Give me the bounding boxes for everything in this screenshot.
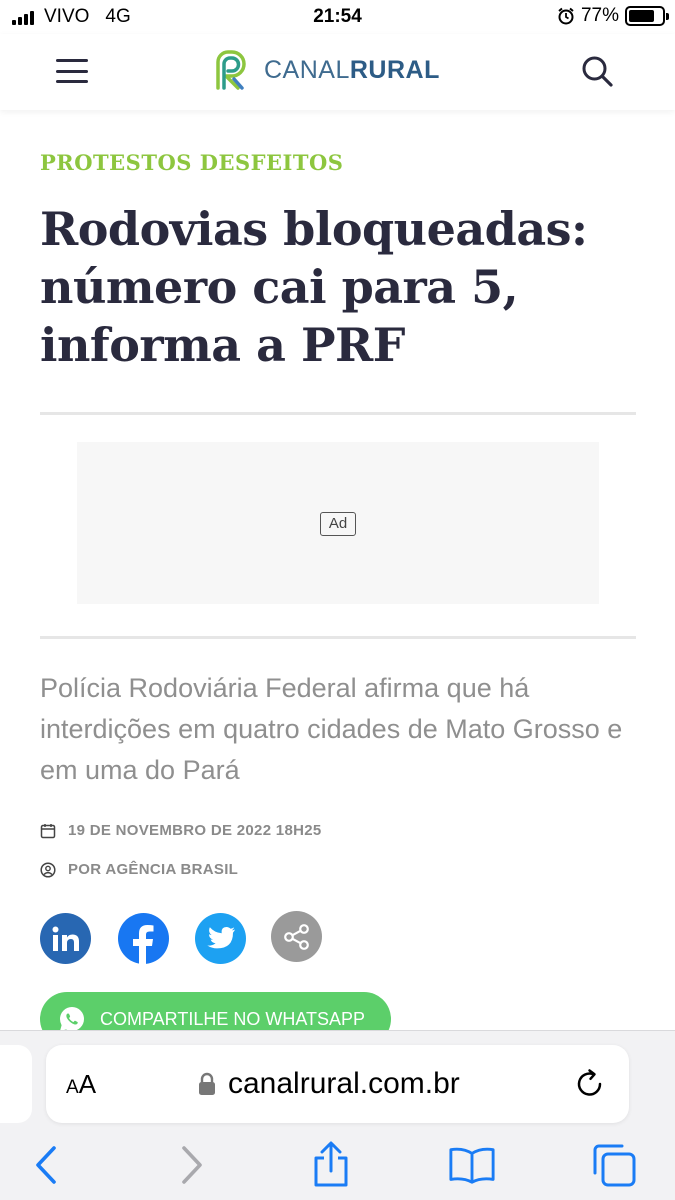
logo-text-canal: CANAL	[264, 55, 350, 84]
lock-icon	[199, 1072, 215, 1095]
article-title: Rodovias bloqueadas: número cai para 5, …	[40, 202, 588, 372]
tabs-icon	[593, 1144, 636, 1187]
logo-text: CANALRURAL	[264, 56, 440, 85]
divider	[40, 636, 636, 639]
text-size-large-a: A	[78, 1069, 97, 1099]
site-header: CANALRURAL	[0, 34, 675, 110]
article-author: POR AGÊNCIA BRASIL	[40, 861, 238, 878]
bookmarks-button[interactable]	[448, 1141, 496, 1189]
author-text: POR AGÊNCIA BRASIL	[68, 861, 239, 878]
reload-icon[interactable]	[573, 1067, 607, 1101]
divider	[40, 412, 636, 415]
status-bar: VIVO 4G 21:54 77%	[0, 0, 675, 34]
forward-button[interactable]	[168, 1141, 216, 1189]
share-icon	[283, 923, 309, 950]
alarm-icon	[558, 7, 574, 25]
facebook-share-button[interactable]	[118, 913, 169, 964]
tabs-button[interactable]	[590, 1141, 638, 1189]
twitter-icon	[206, 926, 235, 948]
hamburger-icon[interactable]	[56, 56, 88, 86]
text-size-small-a: A	[66, 1077, 79, 1098]
share-sheet-button[interactable]	[307, 1141, 355, 1189]
browser-toolbar: AA canalrural.com.br	[0, 1030, 675, 1200]
previous-tab-preview[interactable]	[0, 1045, 32, 1123]
share-upload-icon	[314, 1141, 348, 1187]
search-icon[interactable]	[580, 54, 614, 88]
battery-icon	[625, 6, 669, 26]
chevron-right-icon	[182, 1146, 202, 1184]
facebook-icon	[133, 925, 154, 964]
url-display[interactable]: canalrural.com.br	[198, 1067, 460, 1101]
text-size-button[interactable]: AA	[66, 1069, 96, 1100]
article-category[interactable]: PROTESTOS DESFEITOS	[40, 150, 343, 175]
site-logo[interactable]: CANALRURAL	[212, 50, 440, 90]
calendar-icon	[40, 823, 56, 838]
linkedin-icon	[52, 926, 79, 951]
ad-label: Ad	[320, 512, 356, 536]
whatsapp-icon	[60, 1007, 84, 1031]
logo-text-rural: RURAL	[349, 55, 440, 84]
canal-rural-logo-icon	[216, 50, 246, 90]
status-right: 77%	[557, 5, 669, 27]
ad-container[interactable]: Ad	[77, 442, 599, 604]
article-subtitle: Polícia Rodoviária Federal afirma que há…	[40, 673, 623, 785]
address-bar[interactable]: AA canalrural.com.br	[46, 1045, 629, 1123]
battery-percent: 77%	[580, 5, 619, 26]
twitter-share-button[interactable]	[195, 913, 246, 964]
back-button[interactable]	[22, 1141, 70, 1189]
chevron-left-icon	[36, 1146, 56, 1184]
url-text: canalrural.com.br	[228, 1067, 460, 1100]
whatsapp-label: COMPARTILHE NO WHATSAPP	[100, 1008, 366, 1029]
user-icon	[40, 861, 56, 878]
article-date: 19 DE NOVEMBRO DE 2022 18H25	[40, 822, 322, 839]
date-text: 19 DE NOVEMBRO DE 2022 18H25	[68, 822, 322, 839]
generic-share-button[interactable]	[271, 911, 322, 962]
linkedin-share-button[interactable]	[40, 913, 91, 964]
book-icon	[449, 1147, 495, 1184]
